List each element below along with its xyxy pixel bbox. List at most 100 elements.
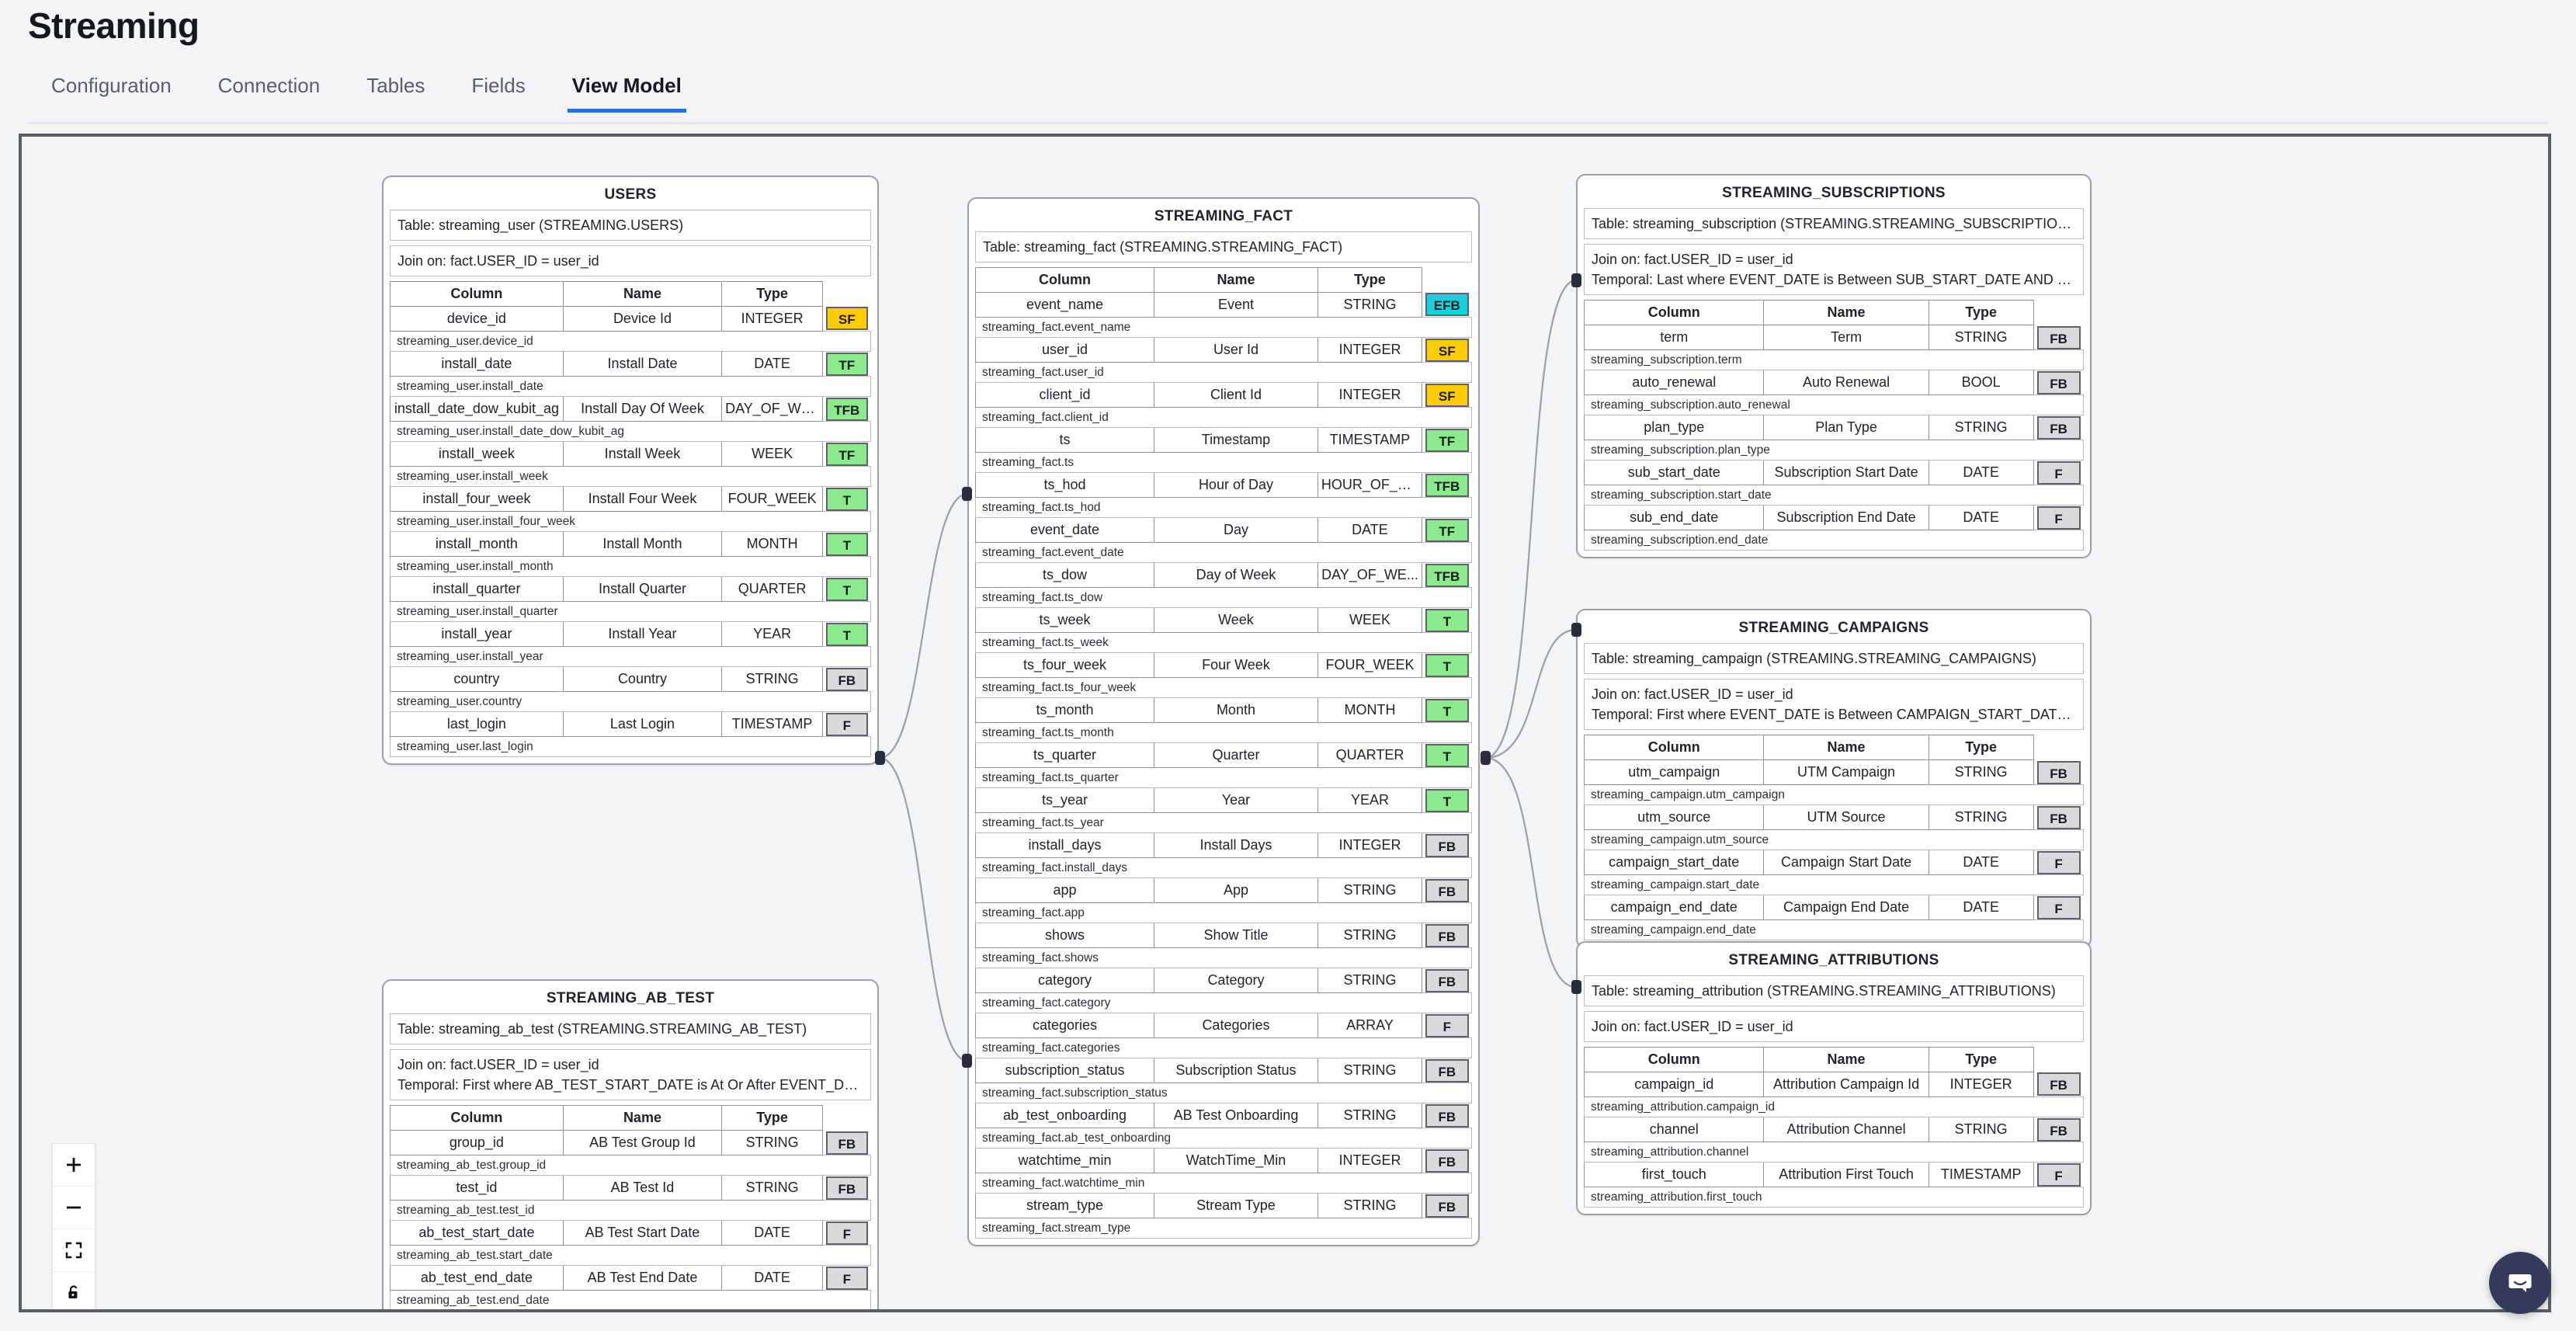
table-row-source: streaming_fact.event_date <box>975 542 1472 564</box>
columns-table: Column Name Type utm_campaign UTM Campaign ST… <box>1583 735 2084 941</box>
table-row: category Category STRING FB <box>974 968 1472 994</box>
tab-connection[interactable]: Connection <box>195 74 344 110</box>
unlock-icon[interactable] <box>53 1272 95 1309</box>
zoom-in-icon[interactable] <box>53 1144 95 1187</box>
edge-handle-attributions[interactable] <box>1571 980 1581 994</box>
table-row-source: streaming_attribution.channel <box>1584 1142 2084 1163</box>
columns-table: Column Name Type event_name Event STRING EFB st… <box>974 267 1472 1239</box>
edge-handle-ab-test[interactable] <box>962 1054 972 1068</box>
cell-name: Subscription End Date <box>1763 505 1929 531</box>
table-row-source: streaming_fact.stream_type <box>975 1218 1472 1239</box>
table-row-source: streaming_user.install_quarter <box>390 601 871 623</box>
node-streaming-subscriptions[interactable]: STREAMING_SUBSCRIPTIONS Table: streaming… <box>1576 174 2092 559</box>
table-row: ts Timestamp TIMESTAMP TF <box>974 427 1472 454</box>
table-row-source: streaming_campaign.end_date <box>1584 919 2084 941</box>
cell-name: Attribution Channel <box>1763 1117 1929 1143</box>
node-streaming-attributions[interactable]: STREAMING_ATTRIBUTIONS Table: streaming_… <box>1576 941 2092 1216</box>
columns-body: Column Name Type device_id Device Id INTEGER S… <box>390 281 871 758</box>
cell-column: app <box>974 877 1155 904</box>
tab-configuration[interactable]: Configuration <box>28 74 195 110</box>
node-table-line: Table: streaming_fact (STREAMING.STREAMI… <box>975 231 1472 263</box>
table-row-source: streaming_subscription.end_date <box>1584 530 2084 551</box>
table-row-source: streaming_user.install_date <box>390 376 871 398</box>
node-streaming-ab-test[interactable]: STREAMING_AB_TEST Table: streaming_ab_te… <box>382 979 879 1309</box>
fit-view-icon[interactable] <box>53 1229 95 1272</box>
tab-view-model[interactable]: View Model <box>549 74 705 113</box>
node-users[interactable]: USERS Table: streaming_user (STREAMING.U… <box>382 175 879 766</box>
zoom-out-icon[interactable] <box>53 1187 95 1229</box>
cell-name: Campaign Start Date <box>1763 850 1929 876</box>
header-cell-type: Type <box>1928 300 2034 326</box>
edge-handle-subscriptions[interactable] <box>1571 273 1581 287</box>
cell-type: STRING <box>1317 1103 1423 1129</box>
cell-name: Day of Week <box>1154 562 1318 589</box>
cell-badge: FB <box>823 1176 871 1201</box>
cell-column: ts_dow <box>974 562 1155 589</box>
header-cell-name: Name <box>1763 1047 1929 1073</box>
cell-type: STRING <box>1928 805 2034 831</box>
table-row-source: streaming_fact.watchtime_min <box>975 1173 1472 1194</box>
cell-name: Last Login <box>562 711 723 738</box>
status-badge: TF <box>1425 518 1469 542</box>
cell-source-path: streaming_campaign.utm_campaign <box>1584 784 2084 806</box>
edge-handle-fact-left[interactable] <box>875 751 885 765</box>
cell-type: STRING <box>1317 877 1423 904</box>
table-row-source: streaming_campaign.start_date <box>1584 874 2084 896</box>
tab-tables[interactable]: Tables <box>343 74 448 110</box>
table-row-source: streaming_fact.ts_month <box>975 722 1472 744</box>
view-model-canvas[interactable]: USERS Table: streaming_user (STREAMING.U… <box>19 134 2551 1312</box>
table-row: event_date Day DATE TF <box>974 517 1472 544</box>
cell-name: Four Week <box>1154 652 1318 679</box>
cell-column: plan_type <box>1583 415 1765 441</box>
cell-column: country <box>390 666 564 693</box>
cell-type: DAY_OF_WE... <box>721 396 824 422</box>
cell-column: install_days <box>974 832 1155 859</box>
node-streaming-fact[interactable]: STREAMING_FACT Table: streaming_fact (ST… <box>967 197 1480 1247</box>
cell-column: user_id <box>974 337 1155 363</box>
table-row: user_id User Id INTEGER SF <box>974 337 1472 363</box>
cell-badge: T <box>823 487 871 512</box>
node-join-meta: Join on: fact.USER_ID = user_id <box>1584 1011 2084 1043</box>
cell-badge: T <box>823 577 871 602</box>
edge-handle-fact-right[interactable] <box>1481 751 1491 765</box>
table-row: categories Categories ARRAY F <box>974 1013 1472 1039</box>
page-title: Streaming <box>28 5 200 46</box>
status-badge: FB <box>1425 833 1469 857</box>
cell-column: ab_test_end_date <box>390 1265 564 1291</box>
status-badge: TFB <box>1425 473 1469 497</box>
header-cell-badge <box>2033 1048 2083 1072</box>
cell-name: Year <box>1154 787 1318 814</box>
table-row: utm_source UTM Source STRING FB <box>1583 805 2084 831</box>
cell-name: Show Title <box>1154 923 1318 949</box>
node-streaming-campaigns[interactable]: STREAMING_CAMPAIGNS Table: streaming_cam… <box>1576 609 2092 949</box>
cell-column: install_week <box>390 441 564 467</box>
cell-type: TIMESTAMP <box>1928 1162 2034 1188</box>
table-row: ts_year Year YEAR T <box>974 787 1472 814</box>
columns-header-row: Column Name Type <box>1583 1047 2084 1073</box>
cell-type: STRING <box>721 1175 824 1201</box>
cell-type: YEAR <box>721 621 824 648</box>
tab-fields[interactable]: Fields <box>448 74 548 110</box>
table-row-source: streaming_fact.category <box>975 992 1472 1014</box>
cell-name: Plan Type <box>1763 415 1929 441</box>
status-badge: FB <box>2036 370 2081 394</box>
edge-handle-campaigns[interactable] <box>1571 623 1581 637</box>
table-row: campaign_id Attribution Campaign Id INTEGE… <box>1583 1072 2084 1098</box>
table-row-source: streaming_subscription.term <box>1584 349 2084 371</box>
cell-name: Install Day Of Week <box>562 396 723 422</box>
cell-type: TIMESTAMP <box>1317 427 1423 454</box>
table-row: ab_test_start_date AB Test Start Date DATE… <box>390 1220 871 1246</box>
cell-column: sub_start_date <box>1583 460 1765 486</box>
node-title: STREAMING_FACT <box>1154 208 1293 224</box>
table-row-source: streaming_ab_test.end_date <box>390 1290 871 1309</box>
status-badge: TF <box>1425 428 1469 452</box>
table-row: ts_month Month MONTH T <box>974 697 1472 724</box>
canvas-controls[interactable] <box>52 1143 95 1309</box>
cell-column: utm_source <box>1583 805 1765 831</box>
node-title: STREAMING_AB_TEST <box>546 990 715 1006</box>
cell-name: Install Year <box>562 621 723 648</box>
edge-handle-users[interactable] <box>962 487 972 501</box>
cell-badge: T <box>1422 653 1472 678</box>
chat-bubble-icon[interactable] <box>2489 1252 2551 1314</box>
status-badge: T <box>1425 788 1469 812</box>
